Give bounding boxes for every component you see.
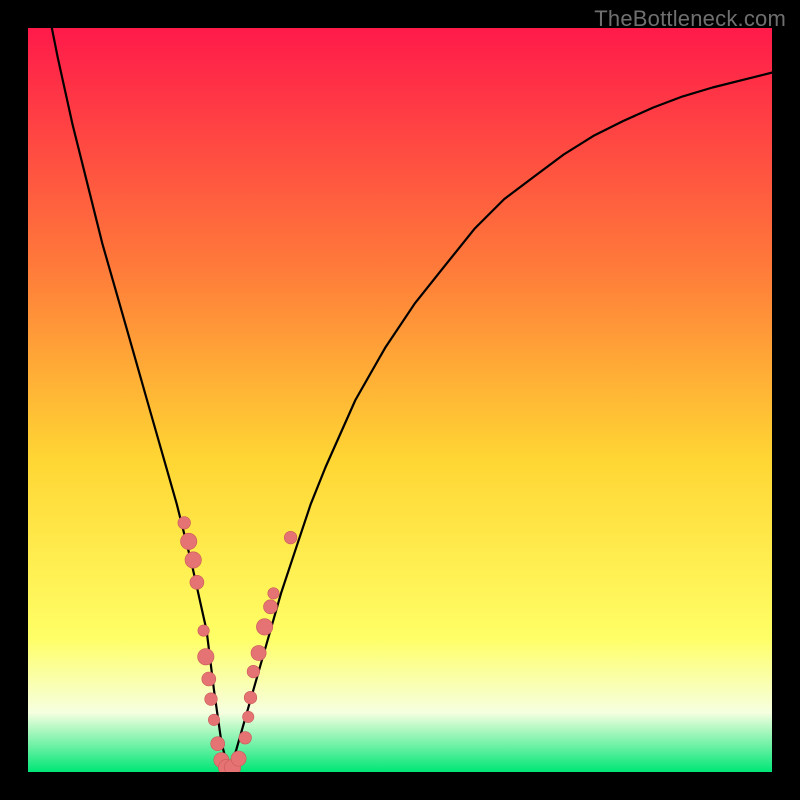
data-marker bbox=[205, 693, 218, 706]
data-marker bbox=[251, 645, 266, 660]
plot-area bbox=[28, 28, 772, 772]
data-marker bbox=[211, 737, 225, 751]
data-marker bbox=[178, 517, 191, 530]
data-marker bbox=[198, 625, 209, 636]
bottleneck-chart bbox=[28, 28, 772, 772]
data-marker bbox=[239, 732, 252, 745]
data-marker bbox=[208, 714, 219, 725]
data-marker bbox=[256, 619, 272, 635]
data-marker bbox=[284, 531, 297, 544]
chart-frame: TheBottleneck.com bbox=[0, 0, 800, 800]
data-marker bbox=[202, 672, 216, 686]
data-marker bbox=[264, 600, 278, 614]
data-marker bbox=[185, 552, 201, 568]
data-marker bbox=[243, 711, 254, 722]
data-marker bbox=[181, 533, 197, 549]
data-marker bbox=[198, 649, 214, 665]
gradient-background bbox=[28, 28, 772, 772]
data-marker bbox=[268, 588, 279, 599]
data-marker bbox=[231, 751, 246, 766]
data-marker bbox=[190, 575, 204, 589]
data-marker bbox=[244, 691, 257, 704]
data-marker bbox=[247, 665, 260, 678]
